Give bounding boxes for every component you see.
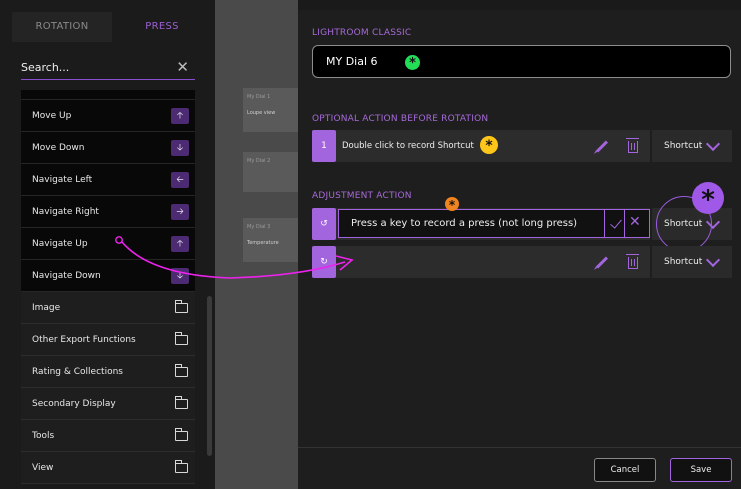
category-item[interactable]: Secondary Display <box>21 388 195 420</box>
rotate-cw-icon: ↻ <box>312 246 336 278</box>
chevron-down-icon <box>705 136 721 152</box>
list-item-label: Navigate Down <box>32 271 101 281</box>
chevron-down-icon <box>705 252 721 268</box>
dial-name-value: MY Dial 6 <box>326 55 378 68</box>
action-type-select[interactable]: Shortcut <box>652 130 732 162</box>
asterisk-marker-icon: * <box>445 197 459 212</box>
confirm-check-icon[interactable] <box>610 216 622 229</box>
folder-icon <box>175 428 188 441</box>
arrow-up-icon[interactable]: 🡡 <box>171 108 189 124</box>
asterisk-marker-icon: * <box>480 136 498 154</box>
tab-rotation[interactable]: ROTATION <box>12 12 112 42</box>
trash-icon[interactable] <box>626 138 639 153</box>
list-item-partial <box>21 90 195 100</box>
record-prompt-text: Press a key to record a press (not long … <box>351 218 578 229</box>
cancel-x-icon[interactable]: ✕ <box>629 214 641 230</box>
adjustment-action-label: ADJUSTMENT ACTION <box>312 191 412 201</box>
search-input[interactable] <box>21 58 166 76</box>
category-label: View <box>32 463 54 473</box>
list-item-label: Move Down <box>32 143 85 153</box>
list-item[interactable]: Navigate Left 🡠 <box>21 164 195 196</box>
category-item[interactable]: Other Export Functions <box>21 324 195 356</box>
dial-card[interactable]: My Dial 2 <box>243 152 298 192</box>
list-item-label: Move Up <box>32 111 72 121</box>
cancel-button[interactable]: Cancel <box>594 458 656 482</box>
sidebar-scrollbar[interactable] <box>207 296 212 456</box>
list-item-label: Navigate Left <box>32 175 93 185</box>
category-item[interactable]: Rating & Collections <box>21 356 195 388</box>
dial-name: My Dial 2 <box>247 158 271 164</box>
adjust-row-cw[interactable]: ↻ <box>312 246 650 278</box>
folder-icon <box>175 300 188 313</box>
action-type-select[interactable]: Shortcut <box>652 246 732 278</box>
divider <box>604 210 605 237</box>
list-item[interactable]: Navigate Right 🡢 <box>21 196 195 228</box>
category-label: Other Export Functions <box>32 335 136 345</box>
folder-icon <box>175 332 188 345</box>
category-label: Secondary Display <box>32 399 116 409</box>
folder-icon <box>175 460 188 473</box>
folder-icon <box>175 364 188 377</box>
asterisk-marker-icon: * <box>405 55 420 71</box>
dial-value: Loupe view <box>247 110 276 116</box>
action-type-label: Shortcut <box>664 141 703 151</box>
mode-tabs: ROTATION PRESS <box>12 12 212 42</box>
list-item[interactable]: Navigate Down 🡣 <box>21 260 195 292</box>
app-label: LIGHTROOM CLASSIC <box>312 28 412 38</box>
category-item[interactable]: Tools <box>21 420 195 452</box>
category-item[interactable]: Image <box>21 292 195 324</box>
record-key-field[interactable]: Press a key to record a press (not long … <box>338 209 650 238</box>
folder-icon <box>175 396 188 409</box>
divider <box>624 210 625 237</box>
sidebar: ROTATION PRESS ✕ Move Up 🡡 Move Down 🡣 N… <box>0 0 215 489</box>
category-label: Tools <box>32 431 55 441</box>
dial-value: Temperature <box>247 240 279 246</box>
action-type-label: Shortcut <box>664 257 703 267</box>
dial-name: My Dial 3 <box>247 224 271 230</box>
dial-name: My Dial 1 <box>247 94 271 100</box>
search-bar: ✕ <box>21 56 195 80</box>
list-item-label: Navigate Right <box>32 207 99 217</box>
arrow-up-icon[interactable]: 🡡 <box>171 236 189 252</box>
arrow-right-icon[interactable]: 🡢 <box>171 204 189 220</box>
list-item-label: Navigate Up <box>32 239 88 249</box>
category-list: Image Other Export Functions Rating & Co… <box>21 292 195 484</box>
list-item[interactable]: Move Down 🡣 <box>21 132 195 164</box>
asterisk-marker-icon: * <box>692 182 724 215</box>
optional-action-label: OPTIONAL ACTION BEFORE ROTATION <box>312 114 489 124</box>
dial-name-field[interactable]: MY Dial 6 * <box>312 45 731 78</box>
rotate-ccw-icon: ↺ <box>312 208 336 240</box>
category-label: Rating & Collections <box>32 367 123 377</box>
dial-card[interactable]: My Dial 3 Temperature <box>243 218 298 262</box>
footer-divider <box>298 447 741 448</box>
category-label: Image <box>32 303 61 313</box>
dial-preview-strip: My Dial 1 Loupe view My Dial 2 My Dial 3… <box>215 0 298 489</box>
dial-config-panel: LIGHTROOM CLASSIC MY Dial 6 * OPTIONAL A… <box>298 10 741 489</box>
arrow-down-icon[interactable]: 🡣 <box>171 140 189 156</box>
category-item[interactable]: View <box>21 452 195 484</box>
record-shortcut-text[interactable]: Double click to record Shortcut <box>342 130 474 162</box>
clear-search-icon[interactable]: ✕ <box>176 58 189 76</box>
action-index: 1 <box>312 130 336 162</box>
list-item[interactable]: Move Up 🡡 <box>21 100 195 132</box>
arrow-left-icon[interactable]: 🡠 <box>171 172 189 188</box>
edit-pencil-icon[interactable] <box>595 140 609 153</box>
trash-icon[interactable] <box>626 254 639 269</box>
save-button[interactable]: Save <box>670 458 732 482</box>
arrow-down-icon[interactable]: 🡣 <box>171 268 189 284</box>
list-item-navigate-up[interactable]: Navigate Up 🡡 <box>21 228 195 260</box>
dial-card[interactable]: My Dial 1 Loupe view <box>243 88 298 132</box>
tab-press[interactable]: PRESS <box>112 12 212 42</box>
edit-pencil-icon[interactable] <box>595 256 609 269</box>
action-list: Move Up 🡡 Move Down 🡣 Navigate Left 🡠 Na… <box>21 90 195 292</box>
